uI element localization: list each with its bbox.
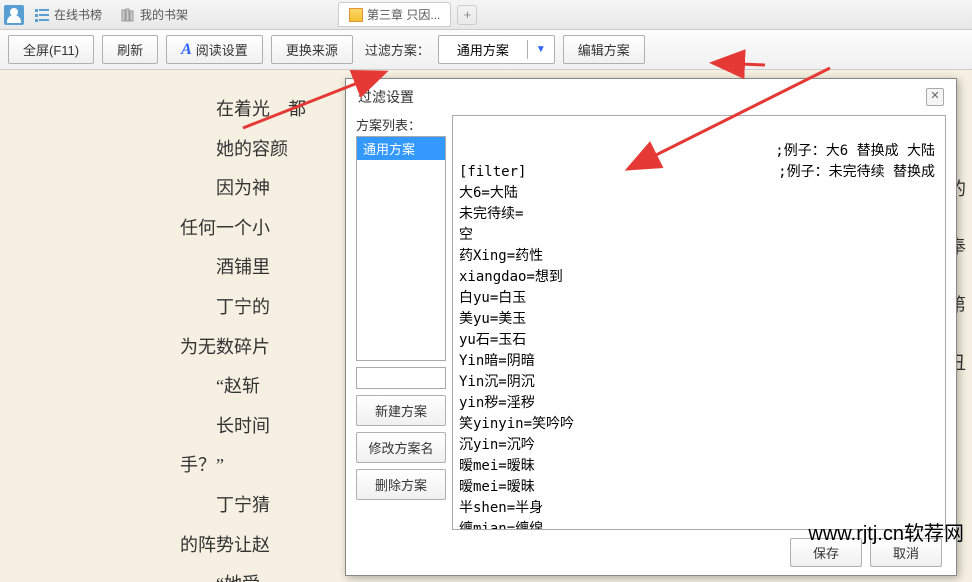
scheme-item[interactable]: 通用方案 xyxy=(357,137,445,160)
filter-rule-line: 半shen=半身 xyxy=(459,498,939,519)
filter-rule-line: 大6=大陆 xyxy=(459,183,939,204)
filter-scheme-label: 过滤方案： xyxy=(365,40,430,59)
avatar-icon[interactable] xyxy=(4,5,24,25)
filter-comment: ;例子：大6 替换成 大陆 xyxy=(775,141,935,162)
filter-rule-line: 药Xing=药性 xyxy=(459,246,939,267)
dialog-header: 过滤设置 ✕ xyxy=(346,79,956,115)
filter-rule-line: yin秽=淫秽 xyxy=(459,393,939,414)
filter-scheme-dropdown[interactable]: 通用方案 ▼ xyxy=(438,35,555,64)
filter-rule-line: 暧mei=暧昧 xyxy=(459,456,939,477)
read-settings-label: 阅读设置 xyxy=(196,40,248,59)
filter-textarea[interactable]: [filter]大6=大陆未完待续=空药Xing=药性xiangdao=想到白y… xyxy=(452,115,946,530)
filter-rule-line: 空 xyxy=(459,225,939,246)
tab-chapter[interactable]: 第三章 只因... xyxy=(338,2,451,27)
filter-content-panel: [filter]大6=大陆未完待续=空药Xing=药性xiangdao=想到白y… xyxy=(452,115,946,530)
scheme-name-input[interactable] xyxy=(356,367,446,389)
rename-scheme-button[interactable]: 修改方案名 xyxy=(356,432,446,463)
filter-rule-line: Yin沉=阴沉 xyxy=(459,372,939,393)
tab-title: 第三章 只因... xyxy=(367,6,440,23)
shelf-label: 我的书架 xyxy=(140,6,188,23)
tab-add-button[interactable]: + xyxy=(457,5,477,25)
filter-rule-line: 暧mei=暧昧 xyxy=(459,477,939,498)
list-icon xyxy=(34,7,50,23)
top-bar: 在线书榜 我的书架 第三章 只因... + xyxy=(0,0,972,30)
fullscreen-button[interactable]: 全屏(F11) xyxy=(8,35,94,64)
filter-rule-line: 沉yin=沉吟 xyxy=(459,435,939,456)
document-icon xyxy=(349,8,363,22)
filter-rule-line: Yin暗=阴暗 xyxy=(459,351,939,372)
books-icon xyxy=(120,7,136,23)
filter-rule-line: 笑yinyin=笑吟吟 xyxy=(459,414,939,435)
chevron-down-icon: ▼ xyxy=(527,40,554,59)
dialog-title-text: 过滤设置 xyxy=(358,87,414,107)
ranking-label: 在线书榜 xyxy=(54,6,102,23)
filter-comment: ;例子：未完待续 替换成 xyxy=(778,162,935,183)
scheme-panel: 方案列表： 通用方案 新建方案 修改方案名 删除方案 xyxy=(356,115,446,530)
font-icon: A xyxy=(181,41,192,59)
scheme-list[interactable]: 通用方案 xyxy=(356,136,446,361)
filter-rule-line: 白yu=白玉 xyxy=(459,288,939,309)
ranking-link[interactable]: 在线书榜 xyxy=(26,4,110,25)
shelf-link[interactable]: 我的书架 xyxy=(112,4,196,25)
edit-scheme-button[interactable]: 编辑方案 xyxy=(563,35,645,64)
filter-rule-line: yu石=玉石 xyxy=(459,330,939,351)
close-icon[interactable]: ✕ xyxy=(926,88,944,106)
dropdown-selected: 通用方案 xyxy=(439,36,527,63)
toolbar: 全屏(F11) 刷新 A 阅读设置 更换来源 过滤方案： 通用方案 ▼ 编辑方案 xyxy=(0,30,972,70)
filter-rule-line: 未完待续= xyxy=(459,204,939,225)
scheme-list-label: 方案列表： xyxy=(356,115,446,134)
refresh-button[interactable]: 刷新 xyxy=(102,35,158,64)
delete-scheme-button[interactable]: 删除方案 xyxy=(356,469,446,500)
change-source-button[interactable]: 更换来源 xyxy=(271,35,353,64)
watermark-text: www.rjtj.cn软荐网 xyxy=(808,517,964,546)
filter-rule-line: 美yu=美玉 xyxy=(459,309,939,330)
new-scheme-button[interactable]: 新建方案 xyxy=(356,395,446,426)
filter-dialog: 过滤设置 ✕ 方案列表： 通用方案 新建方案 修改方案名 删除方案 [filte… xyxy=(345,78,957,576)
read-settings-button[interactable]: A 阅读设置 xyxy=(166,35,263,64)
tab-bar: 第三章 只因... + xyxy=(338,2,477,27)
filter-rule-line: xiangdao=想到 xyxy=(459,267,939,288)
